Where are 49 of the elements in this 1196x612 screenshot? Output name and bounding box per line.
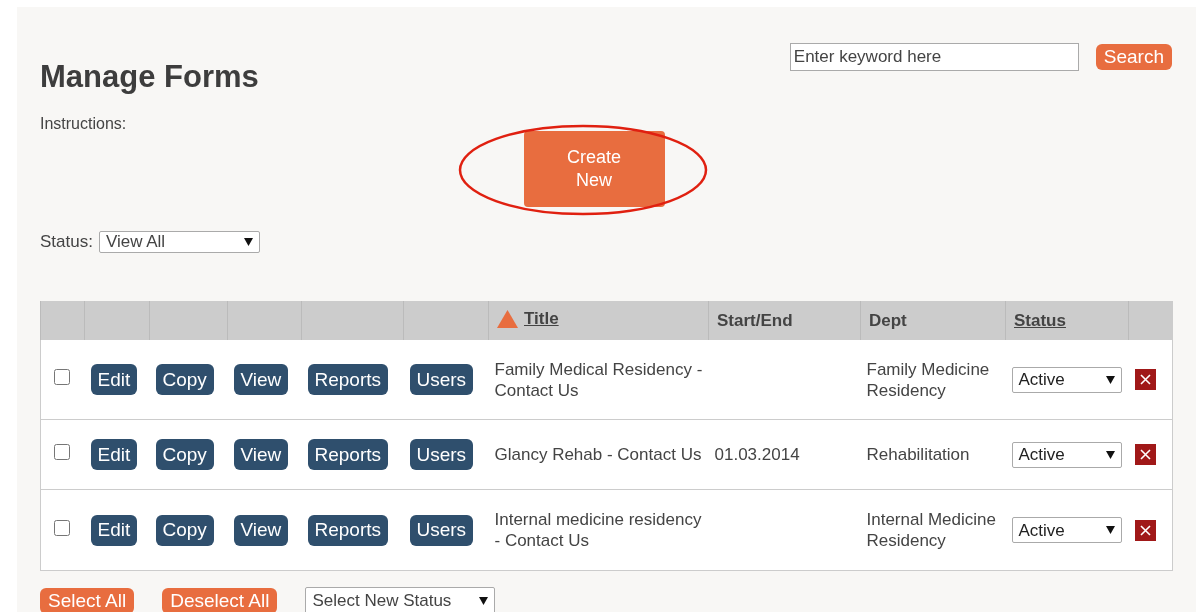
action-button[interactable]: Copy (155, 364, 214, 395)
status-select[interactable]: Active (1011, 441, 1122, 468)
action-button[interactable]: View (233, 514, 289, 546)
form-title: Family Medical Residency - Contact Us (494, 358, 703, 401)
action-button[interactable]: Copy (155, 439, 214, 470)
close-icon (1139, 449, 1151, 460)
delete-button[interactable] (1134, 519, 1156, 541)
close-icon (1139, 524, 1151, 536)
delete-button[interactable] (1134, 369, 1156, 390)
column-header[interactable]: Title (488, 301, 709, 340)
delete-button[interactable] (1134, 444, 1156, 465)
caret-icon (479, 596, 489, 605)
action-button[interactable]: Users (409, 439, 474, 470)
department-name: Rehabilitation (866, 444, 971, 465)
action-button[interactable]: Edit (90, 364, 138, 395)
status-label: Status: (40, 232, 93, 252)
column-header: Start/End (708, 301, 861, 340)
action-button[interactable]: View (233, 364, 289, 395)
action-button[interactable]: Copy (155, 514, 214, 546)
action-button[interactable]: Edit (90, 514, 138, 546)
action-button[interactable]: Edit (90, 439, 138, 470)
caret-icon (243, 238, 253, 246)
close-icon (1139, 374, 1151, 385)
action-button[interactable]: Reports (307, 514, 389, 546)
status-select[interactable]: Active (1011, 517, 1122, 543)
caret-icon (1105, 375, 1115, 384)
row-checkbox[interactable] (54, 444, 70, 460)
form-title: Internal medicine residency - Contact Us (494, 509, 703, 551)
search-field[interactable]: Enter keyword here (789, 43, 1079, 71)
form-title: Glancy Rehab - Contact Us (494, 444, 703, 465)
status-select[interactable]: Active (1011, 366, 1122, 393)
caret-icon (1105, 450, 1115, 459)
department-name: Family Medicine Residency (866, 358, 991, 401)
department-name: Internal Medicine Residency (866, 509, 997, 551)
row-checkbox[interactable] (54, 369, 70, 385)
action-button[interactable]: View (233, 439, 289, 470)
status-filter-select[interactable]: View All (98, 231, 260, 253)
page-title: Manage Forms (40, 59, 259, 95)
new-status-select[interactable]: Select New Status (305, 587, 496, 612)
column-header[interactable]: Status (1005, 301, 1129, 340)
action-button[interactable]: Users (409, 364, 474, 395)
row-checkbox[interactable] (54, 519, 70, 536)
action-button[interactable]: Reports (307, 364, 389, 395)
action-button[interactable]: Users (409, 514, 474, 546)
instructions-label: Instructions: (40, 115, 128, 133)
start-end-date: 01.03.2014 (714, 444, 801, 465)
column-header: Dept (860, 301, 1006, 340)
action-button[interactable]: Reports (307, 439, 389, 470)
caret-icon (1105, 526, 1115, 534)
